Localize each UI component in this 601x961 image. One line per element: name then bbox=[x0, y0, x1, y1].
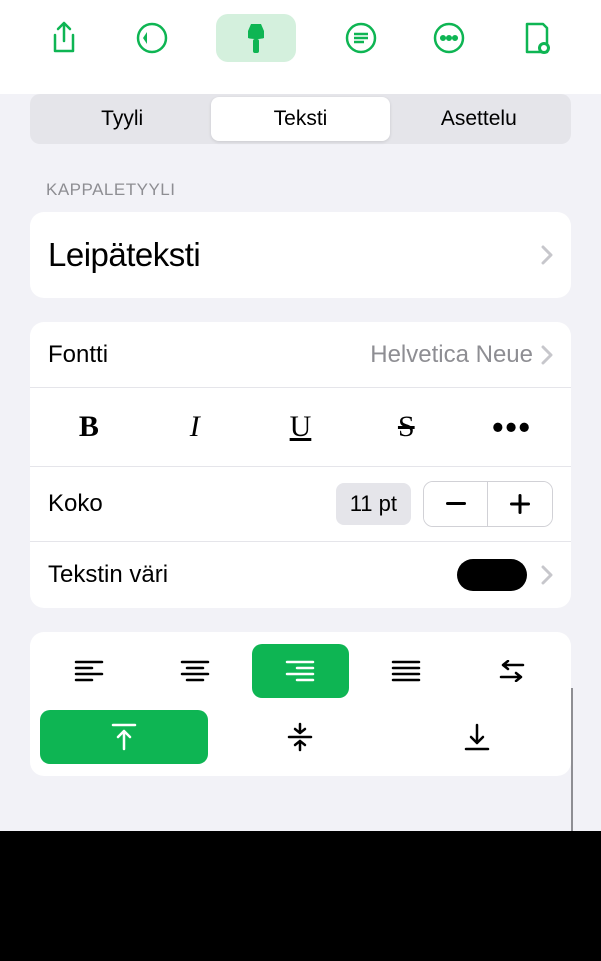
more-styles-button[interactable]: ••• bbox=[472, 404, 552, 450]
alignment-card bbox=[30, 632, 571, 776]
text-style-row: B I U S ••• bbox=[30, 388, 571, 467]
size-value[interactable]: 11 pt bbox=[336, 483, 411, 525]
format-tabs: Tyyli Teksti Asettelu bbox=[30, 94, 571, 144]
paragraph-style-value: Leipäteksti bbox=[48, 236, 200, 274]
align-left-button[interactable] bbox=[40, 644, 138, 698]
paragraph-style-heading: KAPPALETYYLI bbox=[0, 144, 601, 212]
format-panel: Tyyli Teksti Asettelu KAPPALETYYLI Leipä… bbox=[0, 94, 601, 854]
tab-layout[interactable]: Asettelu bbox=[390, 97, 568, 141]
paragraph-style-card: Leipäteksti bbox=[30, 212, 571, 298]
tab-text[interactable]: Teksti bbox=[211, 97, 389, 141]
valign-middle-button[interactable] bbox=[216, 710, 384, 764]
undo-button[interactable] bbox=[128, 14, 176, 62]
size-increase-button[interactable] bbox=[488, 482, 552, 526]
top-toolbar bbox=[0, 0, 601, 76]
valign-bottom-button[interactable] bbox=[393, 710, 561, 764]
italic-button[interactable]: I bbox=[155, 404, 235, 450]
size-decrease-button[interactable] bbox=[424, 482, 488, 526]
paragraph-style-row[interactable]: Leipäteksti bbox=[30, 212, 571, 298]
format-button[interactable] bbox=[216, 14, 296, 62]
strikethrough-button[interactable]: S bbox=[366, 404, 446, 450]
chevron-right-icon bbox=[541, 565, 553, 585]
size-stepper bbox=[423, 481, 553, 527]
tab-style[interactable]: Tyyli bbox=[33, 97, 211, 141]
font-card: Fontti Helvetica Neue B I U S ••• Koko 1… bbox=[30, 322, 571, 608]
share-button[interactable] bbox=[40, 14, 88, 62]
text-color-label: Tekstin väri bbox=[48, 561, 168, 589]
text-direction-button[interactable] bbox=[463, 644, 561, 698]
text-color-swatch bbox=[457, 559, 527, 591]
horizontal-align-row bbox=[40, 644, 561, 698]
view-button[interactable] bbox=[513, 14, 561, 62]
font-row[interactable]: Fontti Helvetica Neue bbox=[30, 322, 571, 388]
bold-button[interactable]: B bbox=[49, 404, 129, 450]
underline-button[interactable]: U bbox=[260, 404, 340, 450]
size-label: Koko bbox=[48, 490, 336, 518]
font-value: Helvetica Neue bbox=[370, 341, 533, 369]
comment-button[interactable] bbox=[337, 14, 385, 62]
align-justify-button[interactable] bbox=[357, 644, 455, 698]
vertical-align-row bbox=[40, 710, 561, 764]
chevron-right-icon bbox=[541, 345, 553, 365]
align-center-button[interactable] bbox=[146, 644, 244, 698]
align-right-button[interactable] bbox=[252, 644, 350, 698]
font-label: Fontti bbox=[48, 341, 108, 369]
size-row: Koko 11 pt bbox=[30, 467, 571, 542]
text-color-row[interactable]: Tekstin väri bbox=[30, 542, 571, 608]
bottom-bar bbox=[0, 831, 601, 961]
more-button[interactable] bbox=[425, 14, 473, 62]
valign-top-button[interactable] bbox=[40, 710, 208, 764]
chevron-right-icon bbox=[541, 245, 553, 265]
